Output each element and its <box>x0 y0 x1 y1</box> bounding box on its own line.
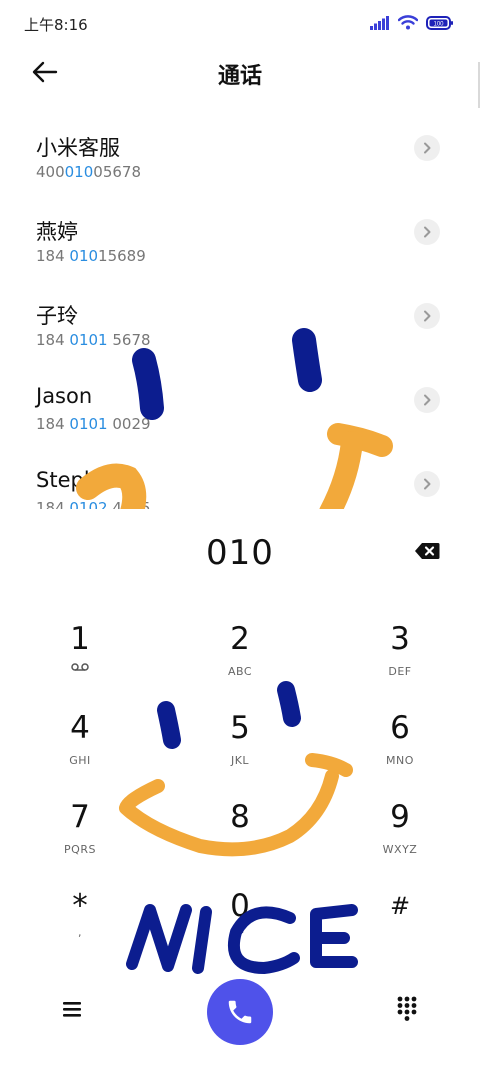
contact-detail-button[interactable] <box>414 135 440 161</box>
key-6[interactable]: 6 MNO <box>340 710 460 790</box>
key-7[interactable]: 7 PQRS <box>20 799 140 879</box>
phone-icon <box>228 1000 252 1024</box>
menu-icon <box>63 1002 81 1017</box>
contact-item[interactable]: Jason 184 0101 0029 <box>0 364 480 448</box>
key-digit: 0 <box>230 888 250 924</box>
header: 通话 <box>0 46 480 100</box>
backspace-icon <box>415 543 440 559</box>
dialer-bottom-bar <box>0 979 480 1045</box>
key-digit: 4 <box>70 710 90 746</box>
page-title: 通话 <box>217 64 262 89</box>
dialpad-area: 010 1 2 ABC 3 DEF 4 GHI 5 JKL 6 MNO 7 PQ… <box>0 509 480 1066</box>
key-9[interactable]: 9 WXYZ <box>340 799 460 879</box>
key-letters: GHI <box>69 754 91 767</box>
contact-item[interactable]: 燕婷 184 01015689 <box>0 196 480 280</box>
key-letters: + <box>235 926 245 939</box>
key-0[interactable]: 0 + <box>180 888 300 968</box>
key-digit: 8 <box>230 799 250 835</box>
dialpad-icon <box>397 996 417 1021</box>
contact-number: 184 01015689 <box>36 247 146 265</box>
chevron-right-icon <box>424 226 431 238</box>
key-8[interactable]: 8 TUV <box>180 799 300 879</box>
contact-detail-button[interactable] <box>414 387 440 413</box>
voicemail-icon <box>71 663 89 671</box>
contact-number: 40001005678 <box>36 163 141 181</box>
key-digit: 7 <box>70 799 90 835</box>
battery-level: 100 <box>433 21 444 27</box>
key-letters: , <box>78 926 82 939</box>
key-letters: DEF <box>388 665 412 678</box>
key-digit: 6 <box>390 710 410 746</box>
chevron-right-icon <box>424 142 431 154</box>
key-4[interactable]: 4 GHI <box>20 710 140 790</box>
key-digit: # <box>389 892 411 920</box>
key-letters: MNO <box>386 754 414 767</box>
contact-name: 燕婷 <box>36 220 78 244</box>
status-time: 上午8:16 <box>24 16 88 34</box>
signal-icon <box>370 15 389 30</box>
key-letters: PQRS <box>64 843 96 856</box>
contact-name: 子玲 <box>36 304 78 328</box>
call-button[interactable] <box>207 979 273 1045</box>
key-5[interactable]: 5 JKL <box>180 710 300 790</box>
contact-detail-button[interactable] <box>414 471 440 497</box>
key-3[interactable]: 3 DEF <box>340 621 460 701</box>
key-letters: TUV <box>228 843 252 856</box>
backspace-button[interactable] <box>414 542 440 560</box>
contact-name: 小米客服 <box>36 136 120 160</box>
wifi-icon <box>398 15 418 30</box>
contact-number: 184 0101 0029 <box>36 415 151 433</box>
key-digit: 1 <box>70 621 90 657</box>
key-digit: * <box>72 888 88 924</box>
contact-list[interactable]: 小米客服 40001005678 燕婷 184 01015689 子玲 184 … <box>0 112 480 509</box>
key-digit: 9 <box>390 799 410 835</box>
key-digit: 2 <box>230 621 250 657</box>
key-1[interactable]: 1 <box>20 621 140 701</box>
contact-name: Jason <box>36 384 93 408</box>
contact-item[interactable]: 子玲 184 0101 5678 <box>0 280 480 364</box>
chevron-right-icon <box>424 478 431 490</box>
battery-icon: 100 <box>426 15 453 30</box>
key-2[interactable]: 2 ABC <box>180 621 300 701</box>
chevron-right-icon <box>424 394 431 406</box>
contact-item[interactable]: Stephanie 184 0102 4685 <box>0 448 480 509</box>
menu-button[interactable] <box>62 999 84 1019</box>
chevron-right-icon <box>424 310 431 322</box>
status-icons: 100 <box>370 15 454 30</box>
keypad-toggle-button[interactable] <box>397 996 417 1022</box>
contact-item[interactable]: 小米客服 40001005678 <box>0 112 480 196</box>
contact-detail-button[interactable] <box>414 219 440 245</box>
key-digit: 5 <box>230 710 250 746</box>
contact-number: 184 0101 5678 <box>36 331 151 349</box>
key-letters: ABC <box>227 665 253 678</box>
status-bar: 上午8:16 100 <box>0 0 480 46</box>
contact-detail-button[interactable] <box>414 303 440 329</box>
contact-name: Stephanie <box>36 468 143 492</box>
key-star[interactable]: * , <box>20 888 140 968</box>
contact-number: 184 0102 4685 <box>36 499 151 509</box>
key-letters: WXYZ <box>382 843 418 856</box>
key-hash[interactable]: # <box>340 888 460 968</box>
key-letters: JKL <box>230 754 250 767</box>
key-digit: 3 <box>390 621 410 657</box>
dialed-number: 010 <box>206 533 274 573</box>
